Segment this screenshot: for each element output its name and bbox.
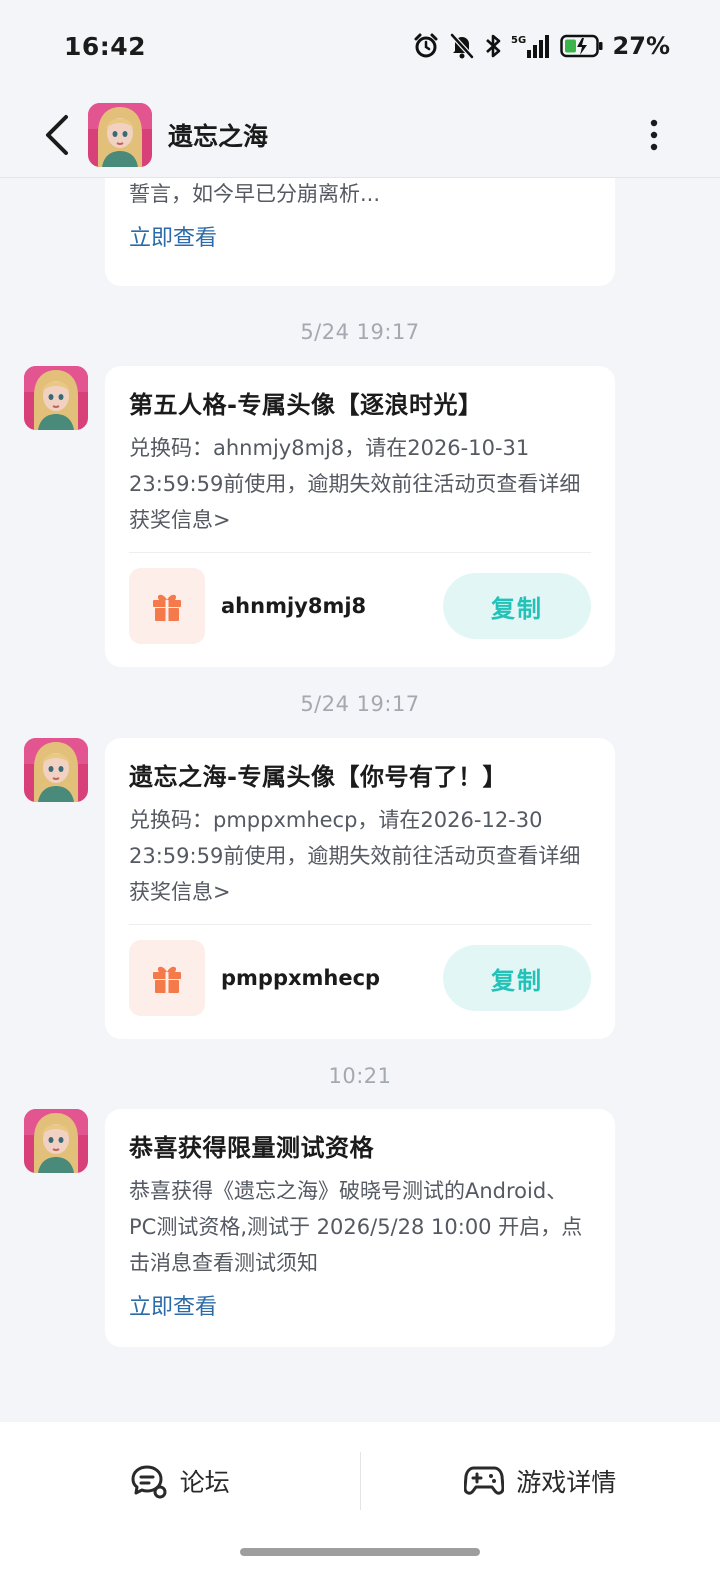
message-card[interactable]: 恭喜获得限量测试资格 恭喜获得《遗忘之海》破晓号测试的Android、PC测试资… (105, 1109, 615, 1347)
forum-tab[interactable]: 论坛 (0, 1463, 360, 1499)
svg-text:5G: 5G (511, 35, 526, 46)
gamepad-icon (464, 1466, 505, 1495)
chat-header: 遗忘之海 (0, 92, 720, 178)
message-title: 遗忘之海-专属头像【你号有了！】 (129, 763, 507, 791)
redeem-code: ahnmjy8mj8 (221, 594, 367, 618)
battery-percent: 27% (612, 32, 670, 60)
game-details-label: 游戏详情 (516, 1468, 617, 1497)
signal-5g-icon: 5G (511, 32, 551, 60)
message-body: 誓言，如今早已分崩离析... (129, 182, 381, 206)
redeem-code-row: ahnmjy8mj8 复制 (129, 567, 591, 645)
page-title: 遗忘之海 (168, 121, 269, 151)
divider (129, 924, 591, 925)
back-button[interactable] (26, 104, 88, 166)
gift-icon (129, 940, 205, 1016)
battery-icon (559, 33, 604, 59)
time-separator: 5/24 19:17 (300, 692, 420, 716)
gift-icon (129, 568, 205, 644)
message-title: 恭喜获得限量测试资格 (129, 1134, 374, 1162)
time-separator: 10:21 (328, 1064, 392, 1088)
message-body: 兑换码：pmppxmhecp，请在2026-12-30 23:59:59前使用，… (129, 808, 581, 904)
sender-avatar[interactable] (24, 366, 88, 430)
sender-avatar[interactable] (24, 738, 88, 802)
time-separator: 5/24 19:17 (300, 320, 420, 344)
copy-button[interactable]: 复制 (443, 573, 591, 639)
sender-avatar[interactable] (24, 1109, 88, 1173)
redeem-code: pmppxmhecp (221, 966, 381, 990)
more-vertical-icon (650, 119, 658, 150)
message-card-partial[interactable]: 誓言，如今早已分崩离析... 立即查看 (105, 178, 615, 286)
message-card[interactable]: 遗忘之海-专属头像【你号有了！】 兑换码：pmppxmhecp，请在2026-1… (105, 738, 615, 1039)
status-time: 16:42 (64, 31, 147, 61)
bluetooth-icon (484, 32, 502, 60)
game-details-tab[interactable]: 游戏详情 (361, 1463, 720, 1499)
status-icons: 5G 27% (412, 32, 670, 60)
view-now-link[interactable]: 立即查看 (129, 222, 591, 256)
forum-chat-icon (131, 1465, 167, 1499)
app-screen: 16:42 5G 27% 遗忘之海 誓言，如今早已分崩离析... 立即查看 5/… (0, 0, 720, 1582)
game-avatar[interactable] (88, 102, 152, 167)
view-now-link[interactable]: 立即查看 (129, 1291, 591, 1325)
chevron-left-icon (46, 114, 68, 155)
message-body: 恭喜获得《遗忘之海》破晓号测试的Android、PC测试资格,测试于 2026/… (129, 1179, 583, 1275)
message-card[interactable]: 第五人格-专属头像【逐浪时光】 兑换码：ahnmjy8mj8，请在2026-10… (105, 366, 615, 667)
home-indicator[interactable] (240, 1548, 480, 1556)
redeem-code-row: pmppxmhecp 复制 (129, 939, 591, 1017)
forum-label: 论坛 (179, 1468, 230, 1497)
copy-button[interactable]: 复制 (443, 945, 591, 1011)
message-feed[interactable]: 誓言，如今早已分崩离析... 立即查看 5/24 19:17 第五人格-专属头像… (0, 178, 720, 1422)
bottom-bar: 论坛 游戏详情 (0, 1422, 720, 1582)
more-options-button[interactable] (634, 104, 674, 166)
bottom-tabs: 论坛 游戏详情 (0, 1422, 720, 1540)
mute-bell-icon (449, 32, 475, 60)
message-body: 兑换码：ahnmjy8mj8，请在2026-10-31 23:59:59前使用，… (129, 436, 581, 532)
message-title: 第五人格-专属头像【逐浪时光】 (129, 391, 483, 419)
divider (129, 552, 591, 553)
alarm-icon (412, 32, 440, 60)
status-bar: 16:42 5G 27% (0, 0, 720, 92)
